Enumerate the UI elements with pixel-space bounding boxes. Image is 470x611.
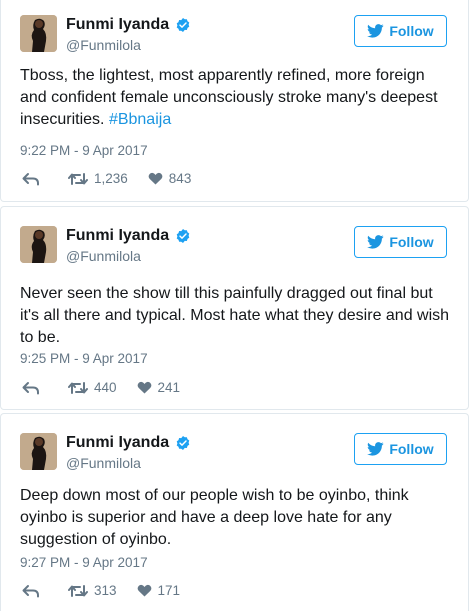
tweet-text: Tboss, the lightest, most apparently ref… [20, 65, 450, 131]
tweet-actions: 440 241 [22, 380, 180, 395]
author-handle[interactable]: @Funmilola [66, 37, 141, 53]
avatar-photo [20, 433, 57, 470]
tweet-card: Funmi Iyanda @Funmilola Follow Deep down… [0, 413, 469, 611]
twitter-bird-icon [367, 442, 384, 456]
avatar[interactable] [20, 433, 57, 470]
avatar-photo [20, 15, 57, 52]
avatar-photo [20, 226, 57, 263]
retweet-icon [68, 381, 88, 394]
author-name[interactable]: Funmi Iyanda [66, 434, 191, 452]
heart-icon [137, 381, 151, 394]
like-action[interactable]: 843 [148, 171, 192, 186]
tweet-body: Never seen the show till this painfully … [20, 285, 450, 346]
heart-icon [137, 584, 151, 597]
tweet-card: Funmi Iyanda @Funmilola Follow Tboss, th… [0, 0, 469, 202]
follow-button[interactable]: Follow [354, 226, 447, 258]
avatar[interactable] [20, 226, 57, 263]
verified-badge-icon [176, 436, 190, 450]
retweet-count: 1,236 [94, 171, 128, 186]
tweet-timestamp[interactable]: 9:22 PM - 9 Apr 2017 [20, 143, 148, 158]
author-name-text[interactable]: Funmi Iyanda [66, 16, 169, 34]
author-handle[interactable]: @Funmilola [66, 455, 141, 471]
tweet-text: Deep down most of our people wish to be … [20, 485, 450, 551]
retweet-action[interactable]: 313 [68, 583, 117, 598]
retweet-icon [68, 584, 88, 597]
tweet-timestamp[interactable]: 9:25 PM - 9 Apr 2017 [20, 351, 148, 366]
tweet-card: Funmi Iyanda @Funmilola Follow Never see… [0, 206, 469, 410]
heart-icon [148, 172, 163, 185]
retweet-count: 313 [94, 583, 117, 598]
tweet-timestamp[interactable]: 9:27 PM - 9 Apr 2017 [20, 555, 148, 570]
like-count: 241 [157, 380, 181, 395]
tweet-body: Deep down most of our people wish to be … [20, 487, 409, 548]
author-name-text[interactable]: Funmi Iyanda [66, 434, 169, 452]
tweet-actions: 1,236 843 [22, 171, 191, 186]
reply-icon[interactable] [22, 584, 40, 598]
follow-label[interactable]: Follow [389, 234, 433, 250]
retweet-action[interactable]: 440 [68, 380, 117, 395]
like-action[interactable]: 171 [137, 583, 181, 598]
verified-badge-icon [176, 229, 190, 243]
tweet-body: Tboss, the lightest, most apparently ref… [20, 67, 438, 128]
reply-icon[interactable] [22, 172, 40, 186]
follow-button[interactable]: Follow [354, 15, 447, 47]
tweet-text: Never seen the show till this painfully … [20, 283, 450, 349]
follow-label[interactable]: Follow [389, 23, 433, 39]
hashtag-link[interactable]: #Bbnaija [109, 111, 171, 128]
avatar[interactable] [20, 15, 57, 52]
like-count: 843 [168, 171, 192, 186]
author-name[interactable]: Funmi Iyanda [66, 16, 191, 34]
retweet-icon [68, 172, 88, 185]
twitter-bird-icon [367, 24, 384, 38]
like-action[interactable]: 241 [137, 380, 181, 395]
retweet-count: 440 [94, 380, 117, 395]
author-name-text[interactable]: Funmi Iyanda [66, 227, 169, 245]
follow-button[interactable]: Follow [354, 433, 447, 465]
like-count: 171 [157, 583, 181, 598]
follow-label[interactable]: Follow [389, 441, 433, 457]
retweet-action[interactable]: 1,236 [68, 171, 128, 186]
reply-icon[interactable] [22, 381, 40, 395]
verified-badge-icon [176, 18, 190, 32]
twitter-bird-icon [367, 235, 384, 249]
tweet-actions: 313 171 [22, 583, 180, 598]
tweet-stack: Funmi Iyanda @Funmilola Follow Tboss, th… [0, 0, 470, 611]
author-name[interactable]: Funmi Iyanda [66, 227, 191, 245]
author-handle[interactable]: @Funmilola [66, 248, 141, 264]
